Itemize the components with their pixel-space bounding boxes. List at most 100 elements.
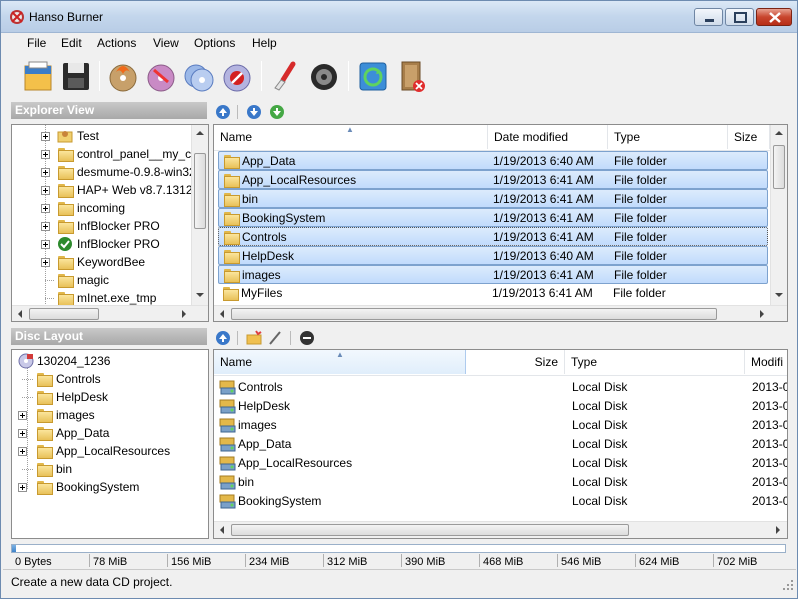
menu-view[interactable]: View <box>153 36 179 50</box>
scroll-down-arrow-icon[interactable] <box>775 293 783 297</box>
column-header-size[interactable]: Size <box>466 350 565 374</box>
tree-item[interactable]: magic <box>39 271 199 289</box>
scroll-up-arrow-icon[interactable] <box>196 131 204 135</box>
rename-icon[interactable] <box>267 330 283 346</box>
column-header-name[interactable]: Name ▲ <box>214 350 466 374</box>
file-row[interactable]: BookingSystem 1/19/2013 6:41 AM File fol… <box>218 208 768 227</box>
menu-options[interactable]: Options <box>194 36 235 50</box>
expand-icon[interactable] <box>41 186 50 195</box>
file-row[interactable]: images 1/19/2013 6:41 AM File folder <box>218 265 768 284</box>
minimize-button[interactable] <box>694 8 723 26</box>
expand-icon[interactable] <box>18 411 27 420</box>
tree-item[interactable]: InfBlocker PRO <box>39 235 199 253</box>
resize-grip-icon[interactable] <box>782 579 794 591</box>
column-header-modified[interactable]: Modifi <box>745 350 787 374</box>
file-row[interactable]: App_LocalResources 1/19/2013 6:41 AM Fil… <box>218 170 768 189</box>
expand-icon[interactable] <box>41 204 50 213</box>
save-button[interactable] <box>59 58 93 94</box>
disc-file-row[interactable]: BookingSystem Local Disk 2013-0 <box>218 492 787 511</box>
clean-button[interactable] <box>269 58 303 94</box>
new-folder-icon[interactable] <box>246 330 262 346</box>
scroll-right-arrow-icon[interactable] <box>776 526 780 534</box>
tree-item[interactable]: KeywordBee <box>39 253 199 271</box>
disc-root-item[interactable]: 130204_1236 <box>16 352 196 370</box>
up-arrow-icon[interactable] <box>215 330 231 346</box>
file-list-horizontal-scrollbar[interactable] <box>214 305 787 321</box>
disc-file-row[interactable]: App_LocalResources Local Disk 2013-0 <box>218 454 787 473</box>
new-project-button[interactable] <box>21 58 55 94</box>
expand-icon[interactable] <box>41 222 50 231</box>
disc-list-horizontal-scrollbar[interactable] <box>214 521 787 538</box>
scroll-right-arrow-icon[interactable] <box>760 310 764 318</box>
menu-file[interactable]: File <box>27 36 46 50</box>
close-button[interactable] <box>756 8 792 26</box>
scroll-right-arrow-icon[interactable] <box>182 310 186 318</box>
file-row[interactable]: App_Data 1/19/2013 6:40 AM File folder <box>218 151 768 170</box>
burn-image-button[interactable] <box>144 58 178 94</box>
file-row[interactable]: HelpDesk 1/19/2013 6:40 AM File folder <box>218 246 768 265</box>
expand-icon[interactable] <box>41 240 50 249</box>
disc-file-row[interactable]: HelpDesk Local Disk 2013-0 <box>218 397 787 416</box>
expand-icon[interactable] <box>18 447 27 456</box>
disc-tree-item[interactable]: images <box>18 406 198 424</box>
column-header-type[interactable]: Type <box>565 350 745 374</box>
burn-disc-button[interactable] <box>106 58 140 94</box>
disc-file-row[interactable]: images Local Disk 2013-0 <box>218 416 787 435</box>
scroll-down-arrow-icon[interactable] <box>196 293 204 297</box>
scroll-up-arrow-icon[interactable] <box>775 131 783 135</box>
file-row[interactable]: MyFiles 1/19/2013 6:41 AM File folder <box>218 284 768 303</box>
settings-button[interactable] <box>307 58 341 94</box>
copy-disc-button[interactable] <box>182 58 216 94</box>
tree-item[interactable]: control_panel__my_c <box>39 145 199 163</box>
exit-button[interactable] <box>394 58 428 94</box>
menu-actions[interactable]: Actions <box>97 36 136 50</box>
expand-icon[interactable] <box>18 429 27 438</box>
expand-icon[interactable] <box>41 132 50 141</box>
disc-file-row[interactable]: Controls Local Disk 2013-0 <box>218 378 787 397</box>
file-row[interactable]: Controls 1/19/2013 6:41 AM File folder <box>218 227 768 246</box>
column-header-size[interactable]: Size <box>728 125 770 149</box>
update-button[interactable] <box>356 58 390 94</box>
tree-item[interactable]: HAP+ Web v8.7.1312. <box>39 181 199 199</box>
down-arrow-icon[interactable] <box>246 104 262 120</box>
disc-tree-item[interactable]: Controls <box>18 370 198 388</box>
tree-item[interactable]: InfBlocker PRO <box>39 217 199 235</box>
erase-disc-button[interactable] <box>220 58 254 94</box>
expand-icon[interactable] <box>18 483 27 492</box>
file-row[interactable]: bin 1/19/2013 6:41 AM File folder <box>218 189 768 208</box>
column-header-type[interactable]: Type <box>608 125 728 149</box>
remove-icon[interactable] <box>299 330 315 346</box>
maximize-button[interactable] <box>725 8 754 26</box>
add-to-disc-icon[interactable] <box>269 104 285 120</box>
menu-edit[interactable]: Edit <box>61 36 82 50</box>
expand-icon[interactable] <box>41 150 50 159</box>
disc-tree-item[interactable]: HelpDesk <box>18 388 198 406</box>
scroll-thumb[interactable] <box>231 524 629 536</box>
tree-horizontal-scrollbar[interactable] <box>12 305 208 321</box>
disc-tree-item[interactable]: BookingSystem <box>18 478 198 496</box>
disc-tree-item[interactable]: App_Data <box>18 424 198 442</box>
tree-vertical-scrollbar[interactable] <box>191 125 208 305</box>
disc-file-row[interactable]: App_Data Local Disk 2013-0 <box>218 435 787 454</box>
tree-item[interactable]: desmume-0.9.8-win32 <box>39 163 199 181</box>
disc-file-row[interactable]: bin Local Disk 2013-0 <box>218 473 787 492</box>
scroll-thumb[interactable] <box>773 145 785 189</box>
scroll-thumb[interactable] <box>194 153 206 229</box>
up-arrow-icon[interactable] <box>215 104 231 120</box>
file-list-vertical-scrollbar[interactable] <box>770 125 787 305</box>
tree-item[interactable]: incoming <box>39 199 199 217</box>
scroll-left-arrow-icon[interactable] <box>220 310 224 318</box>
menu-help[interactable]: Help <box>252 36 277 50</box>
title-bar[interactable]: Hanso Burner <box>1 1 797 33</box>
scroll-thumb[interactable] <box>231 308 717 320</box>
tree-item[interactable]: Test <box>39 127 199 145</box>
expand-icon[interactable] <box>41 168 50 177</box>
disc-tree-item[interactable]: bin <box>18 460 198 478</box>
column-header-date[interactable]: Date modified <box>488 125 608 149</box>
column-header-name[interactable]: Name ▲ <box>214 125 488 149</box>
expand-icon[interactable] <box>41 258 50 267</box>
scroll-left-arrow-icon[interactable] <box>220 526 224 534</box>
disc-tree-item[interactable]: App_LocalResources <box>18 442 198 460</box>
scroll-thumb[interactable] <box>29 308 99 320</box>
scroll-left-arrow-icon[interactable] <box>18 310 22 318</box>
